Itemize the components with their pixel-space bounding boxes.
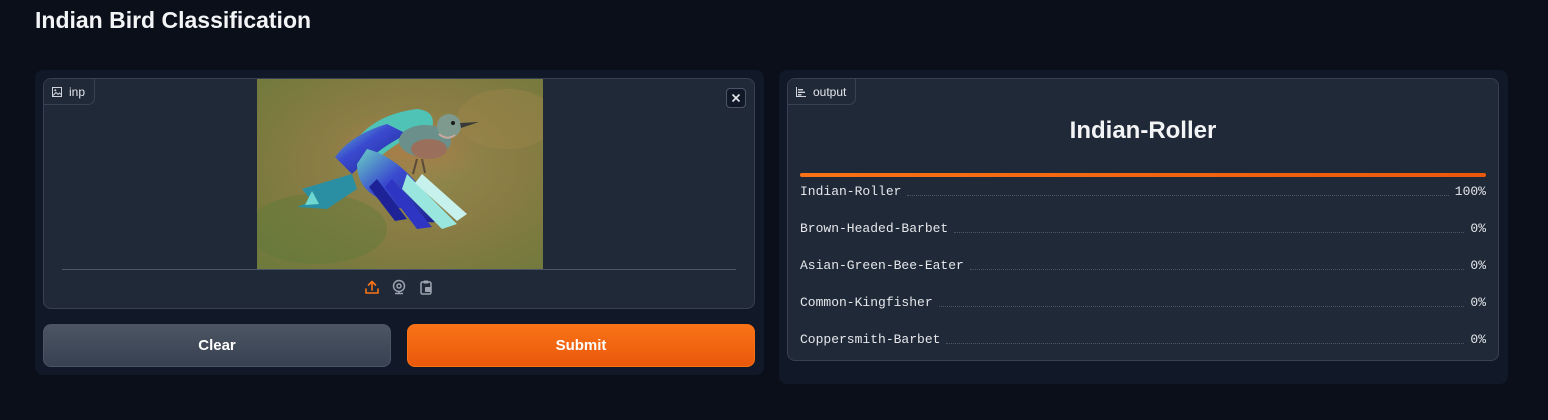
upload-icon bbox=[364, 279, 380, 295]
predicted-label: Indian-Roller bbox=[1069, 117, 1217, 144]
dotted-leader bbox=[938, 305, 1465, 307]
app-title: Indian Bird Classification bbox=[35, 7, 312, 33]
top-confidence-bar bbox=[800, 173, 1486, 177]
webcam-source-button[interactable] bbox=[391, 278, 407, 296]
confidence-row[interactable]: Coppersmith-Barbet 0% bbox=[800, 329, 1486, 349]
webcam-icon bbox=[391, 279, 407, 295]
confidence-value: 0% bbox=[1470, 331, 1486, 347]
dotted-leader bbox=[946, 342, 1465, 344]
confidence-label: Coppersmith-Barbet bbox=[800, 331, 941, 347]
clipboard-source-button[interactable] bbox=[418, 278, 434, 296]
input-panel: inp Clear Submit bbox=[35, 70, 764, 375]
upload-source-button[interactable] bbox=[364, 278, 380, 296]
bar-chart-icon bbox=[796, 86, 806, 97]
dotted-leader bbox=[907, 194, 1449, 196]
image-icon bbox=[52, 86, 62, 97]
clear-image-button[interactable] bbox=[726, 88, 746, 108]
confidence-label: Indian-Roller bbox=[800, 183, 902, 199]
confidence-value: 0% bbox=[1470, 257, 1486, 273]
image-input[interactable]: inp bbox=[43, 78, 755, 309]
confidence-value: 0% bbox=[1470, 294, 1486, 310]
confidence-row[interactable]: Brown-Headed-Barbet 0% bbox=[800, 218, 1486, 238]
clipboard-icon bbox=[418, 279, 434, 295]
bird-image bbox=[257, 79, 543, 269]
dotted-leader bbox=[954, 231, 1465, 233]
confidence-value: 0% bbox=[1470, 220, 1486, 236]
confidence-label: Brown-Headed-Barbet bbox=[800, 220, 949, 236]
input-label: inp bbox=[44, 79, 96, 105]
output-label: output bbox=[788, 79, 857, 105]
confidence-row[interactable]: Indian-Roller 100% bbox=[800, 181, 1486, 201]
submit-button[interactable]: Submit bbox=[407, 324, 755, 367]
confidence-label: Asian-Green-Bee-Eater bbox=[800, 257, 964, 273]
confidence-value: 100% bbox=[1454, 183, 1486, 199]
input-label-text: inp bbox=[69, 84, 86, 99]
close-icon bbox=[731, 93, 741, 103]
confidence-label: Common-Kingfisher bbox=[800, 294, 933, 310]
divider bbox=[62, 269, 736, 270]
confidence-row[interactable]: Asian-Green-Bee-Eater 0% bbox=[800, 255, 1486, 275]
label-output: output Indian-Roller Indian-Roller 100% … bbox=[787, 78, 1499, 361]
output-label-text: output bbox=[813, 84, 847, 99]
clear-button[interactable]: Clear bbox=[43, 324, 391, 367]
source-selector bbox=[44, 278, 754, 296]
confidence-row[interactable]: Common-Kingfisher 0% bbox=[800, 292, 1486, 312]
top-confidence-fill bbox=[800, 173, 1486, 177]
dotted-leader bbox=[969, 268, 1465, 270]
output-panel: output Indian-Roller Indian-Roller 100% … bbox=[779, 70, 1508, 384]
